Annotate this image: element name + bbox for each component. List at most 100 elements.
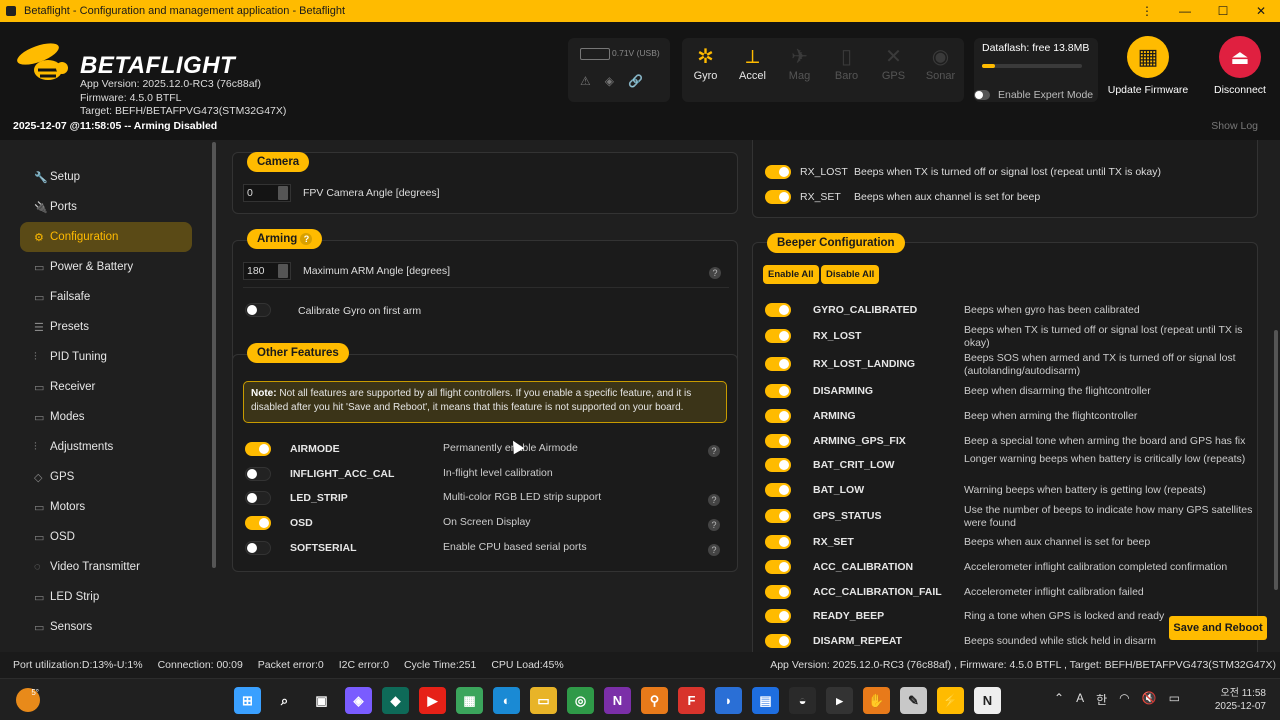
expert-mode-toggle[interactable]: Enable Expert Mode [974,89,1093,101]
feature-toggle-osd[interactable] [245,516,271,530]
betaflight-taskbar-icon[interactable]: ⚡ [937,687,964,714]
minimize-button[interactable]: — [1166,4,1204,18]
weather-widget[interactable]: 5° [16,688,40,712]
sidebar-item-failsafe[interactable]: ▭ Failsafe [20,282,192,312]
calibrate-gyro-toggle[interactable] [245,303,271,317]
task-view-icon[interactable]: ▣ [308,687,335,714]
sidebar-item-sensors[interactable]: ▭ Sensors [20,612,192,642]
beep-toggle-acc_calibration_fail[interactable] [765,585,791,599]
sidebar-item-setup[interactable]: 🔧 Setup [20,162,192,192]
beep-toggle-rx_lost_landing[interactable] [765,357,791,371]
beep-toggle-ready_beep[interactable] [765,609,791,623]
sidebar-item-ports[interactable]: 🔌 Ports [20,192,192,222]
sidebar-item-led-strip[interactable]: ▭ LED Strip [20,582,192,612]
sidebar-item-configuration[interactable]: ⚙ Configuration [20,222,192,252]
notion-icon[interactable]: N [974,687,1001,714]
camera-angle-input[interactable]: 0 [243,184,291,202]
beep-toggle-rx_lost[interactable] [765,165,791,179]
dev-app-icon[interactable]: ◆ [382,687,409,714]
penguin-icon[interactable]: ◒ [789,687,816,714]
sidebar-item-power-battery[interactable]: ▭ Power & Battery [20,252,192,282]
ime-icon[interactable]: A [1076,691,1084,708]
gps-icon: ◇ [34,471,43,484]
sidebar-item-label: Adjustments [50,441,114,453]
spinner-icon[interactable] [278,186,288,200]
help-icon[interactable]: ? [300,233,313,245]
sidebar-item-receiver[interactable]: ▭ Receiver [20,372,192,402]
hands-icon[interactable]: ✋ [863,687,890,714]
document-icon[interactable]: ▤ [752,687,779,714]
menu-dots-icon[interactable]: ⋮ [1128,4,1166,18]
feature-toggle-airmode[interactable] [245,442,271,456]
main-scrollbar[interactable] [1274,330,1278,590]
notepad-icon[interactable]: ✎ [900,687,927,714]
battery-tray-icon[interactable]: ▭ [1169,691,1180,708]
sidebar-item-video-transmitter[interactable]: ◌ Video Transmitter [20,552,192,582]
onenote-icon[interactable]: N [604,687,631,714]
freecad-icon[interactable]: F [678,687,705,714]
wifi-icon[interactable]: ◠ [1119,691,1129,708]
terminal-icon[interactable]: ▸ [826,687,853,714]
help-icon[interactable]: ? [709,267,721,279]
sidebar-item-pid-tuning[interactable]: ⫶ PID Tuning [20,342,192,372]
tray-overflow-icon[interactable]: ⌃ [1054,691,1064,708]
beep-toggle-gps_status[interactable] [765,509,791,523]
feature-toggle-softserial[interactable] [245,541,271,555]
help-icon[interactable]: ? [708,494,720,506]
beep-toggle-rx_set[interactable] [765,190,791,204]
sidebar-item-label: Video Transmitter [50,561,140,573]
beep-toggle-acc_calibration[interactable] [765,560,791,574]
sidebar-item-presets[interactable]: ☰ Presets [20,312,192,342]
file-explorer-icon[interactable]: ▭ [530,687,557,714]
sidebar-item-modes[interactable]: ▭ Modes [20,402,192,432]
sidebar-item-motors[interactable]: ▭ Motors [20,492,192,522]
windows-start-icon[interactable]: ⊞ [234,687,261,714]
parachute-icon: ◈ [604,74,614,88]
app-blue-icon[interactable]: ◗ [715,687,742,714]
app-grid-icon[interactable]: ▦ [456,687,483,714]
osd-icon: ▭ [34,531,45,544]
beep-toggle-disarming[interactable] [765,384,791,398]
edge-icon[interactable]: ◐ [493,687,520,714]
beep-toggle-arming_gps_fix[interactable] [765,434,791,448]
help-icon[interactable]: ? [708,519,720,531]
update-firmware-button[interactable]: ▦ Update Firmware [1104,36,1192,96]
help-icon[interactable]: ? [708,544,720,556]
disable-all-button[interactable]: Disable All [821,265,880,284]
chrome-icon[interactable]: ◎ [567,687,594,714]
beep-toggle-gyro_calibrated[interactable] [765,303,791,317]
youtube-icon[interactable]: ▶ [419,687,446,714]
beep-toggle-rx_set[interactable] [765,535,791,549]
disconnect-button[interactable]: ⏏ Disconnect [1200,36,1280,96]
close-button[interactable]: ✕ [1242,4,1280,18]
search-icon[interactable]: ⌕ [271,687,298,714]
search-app-icon[interactable]: ⚲ [641,687,668,714]
spinner-icon[interactable] [278,264,288,278]
copilot-icon[interactable]: ◈ [345,687,372,714]
expert-mode-switch[interactable] [974,90,990,100]
feature-toggle-led_strip[interactable] [245,491,271,505]
beep-desc: Longer warning beeps when battery is cri… [964,453,1246,465]
help-icon[interactable]: ? [708,445,720,457]
beep-toggle-bat_crit_low[interactable] [765,458,791,472]
max-arm-angle-input[interactable]: 180 [243,262,291,280]
maximize-button[interactable]: ☐ [1204,4,1242,18]
save-and-reboot-button[interactable]: Save and Reboot [1169,616,1267,640]
taskbar-clock[interactable]: 오전 11:58 2025-12-07 [1208,687,1266,713]
beep-toggle-arming[interactable] [765,409,791,423]
beep-name: DISARM_REPEAT [813,635,903,647]
beep-toggle-bat_low[interactable] [765,483,791,497]
sidebar-scrollbar[interactable] [212,142,216,568]
korean-ime-icon[interactable]: 한 [1096,691,1107,708]
sidebar-item-label: Power & Battery [50,261,134,273]
enable-all-button[interactable]: Enable All [763,265,819,284]
sidebar-item-gps[interactable]: ◇ GPS [20,462,192,492]
beep-toggle-rx_lost[interactable] [765,329,791,343]
beep-toggle-disarm_repeat[interactable] [765,634,791,648]
taskbar: 5° ⊞ ⌕ ▣ ◈ ◆ ▶ ▦ ◐ ▭ ◎ N ⚲ F ◗ ▤ ◒ ▸ ✋ ✎ ⚡ N ⌃ A 한 ◠ 🔇 ▭ 오전 11:58… [0,678,1280,720]
show-log-link[interactable]: Show Log [1211,120,1258,132]
feature-toggle-inflight_acc_cal[interactable] [245,467,271,481]
sidebar-item-osd[interactable]: ▭ OSD [20,522,192,552]
sidebar-item-adjustments[interactable]: ⫶ Adjustments [20,432,192,462]
volume-mute-icon[interactable]: 🔇 [1142,691,1157,708]
